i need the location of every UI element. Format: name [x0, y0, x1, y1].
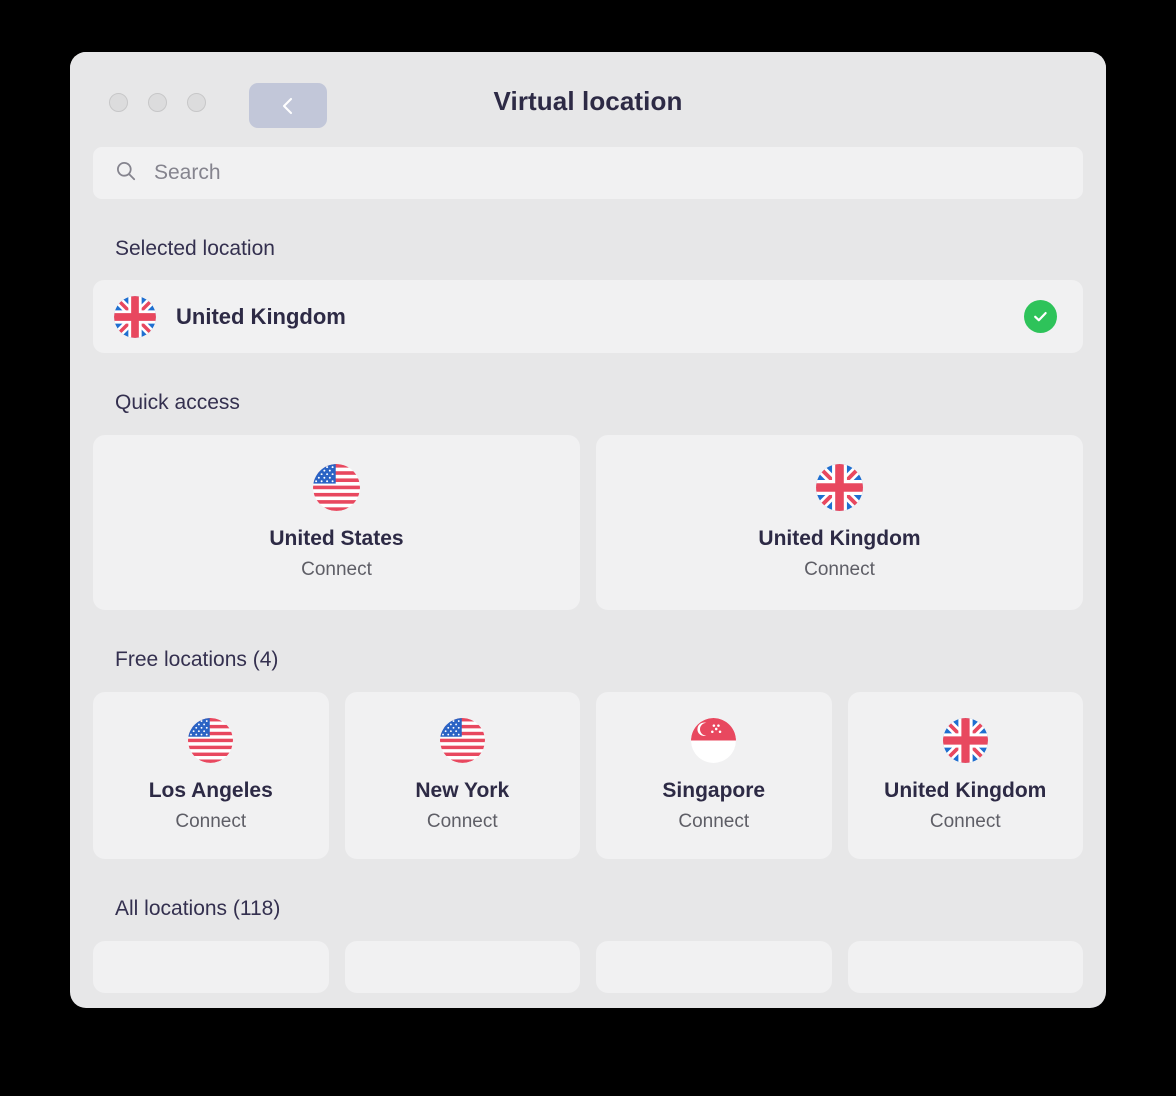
all-location-card[interactable]: [344, 941, 580, 993]
selected-location-heading: Selected location: [115, 237, 275, 260]
quick-access-card-united-kingdom[interactable]: United Kingdom Connect: [596, 435, 1083, 610]
free-location-card-new-york[interactable]: New York Connect: [344, 692, 580, 859]
flag-us-icon: [439, 718, 485, 763]
app-window: Virtual location Search Selected locatio…: [70, 52, 1106, 1008]
location-name: New York: [415, 779, 510, 802]
connect-action[interactable]: Connect: [301, 559, 372, 581]
flag-us-icon: [188, 718, 234, 763]
check-circle-icon: [1024, 300, 1057, 333]
quick-access-card-united-states[interactable]: United States Connect: [93, 435, 580, 610]
selected-location-row[interactable]: United Kingdom: [93, 280, 1083, 353]
flag-gb-icon: [114, 295, 156, 338]
location-name: Los Angeles: [148, 779, 273, 802]
page-title: Virtual location: [493, 86, 683, 116]
free-location-card-los-angeles[interactable]: Los Angeles Connect: [93, 692, 329, 859]
quick-access-grid: United States Connect United Kingdom Con…: [93, 435, 1083, 610]
location-name: Singapore: [662, 779, 766, 802]
search-input[interactable]: Search: [93, 147, 1083, 199]
connect-action[interactable]: Connect: [427, 811, 498, 833]
selected-location-name: United Kingdom: [176, 303, 346, 329]
search-icon: [115, 160, 137, 187]
flag-gb-icon: [942, 718, 988, 763]
free-locations-grid: Los Angeles Connect New York Connect Sin…: [93, 692, 1083, 859]
quick-access-heading: Quick access: [115, 391, 240, 414]
connect-action[interactable]: Connect: [804, 559, 875, 581]
title-bar: Virtual location: [70, 52, 1106, 147]
location-name: United Kingdom: [884, 779, 1047, 802]
all-location-card[interactable]: [596, 941, 832, 993]
all-locations-grid: [93, 941, 1083, 993]
search-placeholder: Search: [154, 161, 221, 184]
flag-sg-icon: [691, 718, 737, 763]
flag-gb-icon: [816, 464, 863, 511]
location-name: United States: [269, 527, 404, 550]
all-location-card[interactable]: [847, 941, 1083, 993]
connect-action[interactable]: Connect: [678, 811, 749, 833]
connect-action[interactable]: Connect: [930, 811, 1001, 833]
free-locations-heading: Free locations (4): [115, 648, 279, 671]
connect-action[interactable]: Connect: [175, 811, 246, 833]
free-location-card-united-kingdom[interactable]: United Kingdom Connect: [847, 692, 1083, 859]
all-locations-heading: All locations (118): [115, 897, 281, 920]
all-location-card[interactable]: [93, 941, 329, 993]
content-area: Search Selected location United Kingdom: [70, 147, 1106, 993]
flag-us-icon: [313, 464, 360, 511]
free-location-card-singapore[interactable]: Singapore Connect: [596, 692, 832, 859]
location-name: United Kingdom: [758, 527, 921, 550]
